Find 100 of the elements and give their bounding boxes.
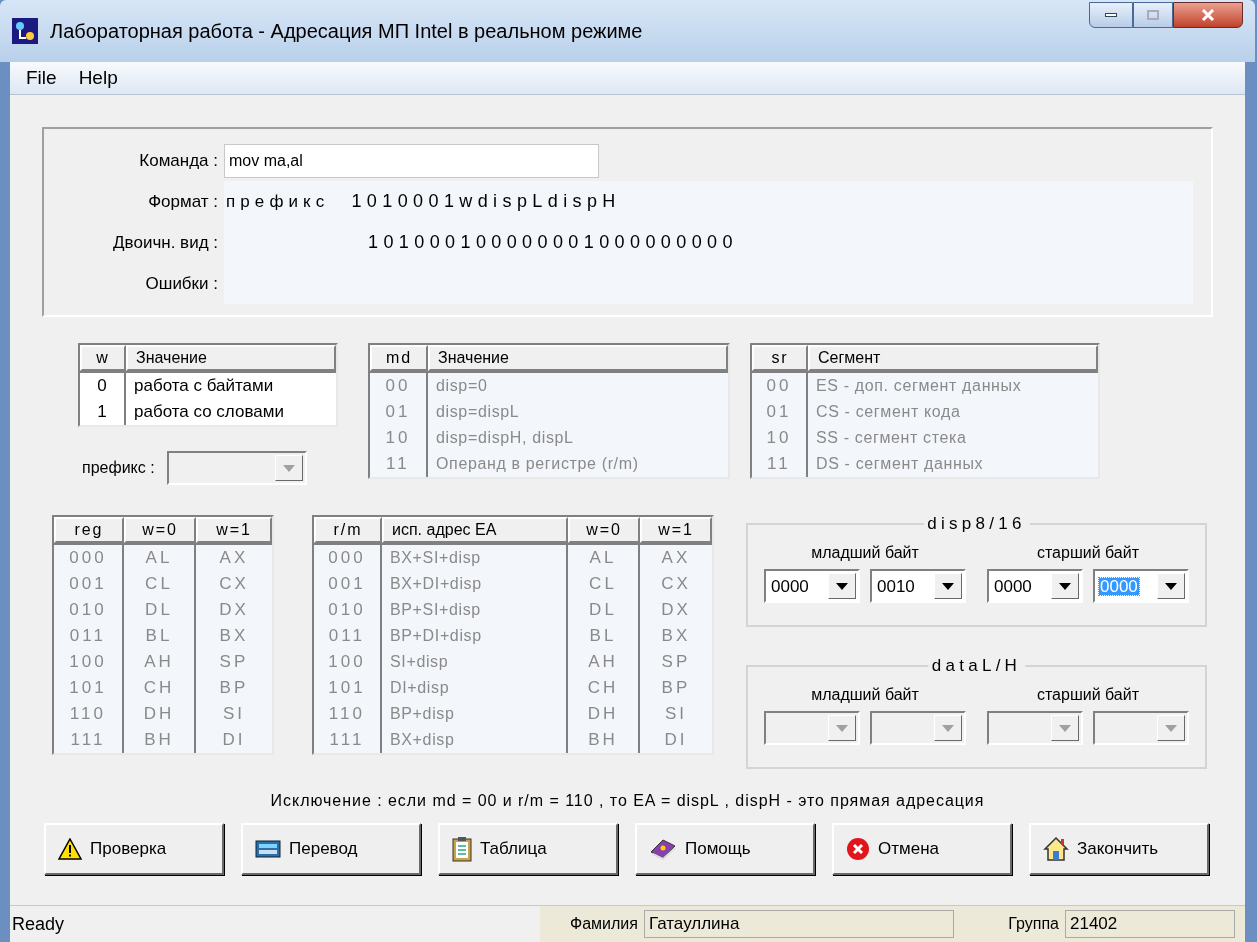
table-cell: 10 <box>370 425 428 451</box>
table-cell: 101 <box>314 675 382 701</box>
table-cell: BL <box>124 623 196 649</box>
table-cell-text: DX <box>218 599 250 622</box>
table-cell: 0 <box>80 373 126 399</box>
maximize-button[interactable] <box>1133 2 1173 28</box>
table-cell: BP+DI+disp <box>382 623 568 649</box>
table-cell: DL <box>124 597 196 623</box>
table-cell: 101 <box>54 675 124 701</box>
table-cell: 11 <box>370 451 428 477</box>
byte-label: младший байт <box>811 685 919 705</box>
surname-label: Фамилия <box>570 914 638 934</box>
table-cell: 100 <box>54 649 124 675</box>
exception-note: Исключение : если md = 00 и r/m = 110 , то EA = dispL , dispH - это прямая адресация <box>269 791 986 811</box>
table-cell-text: BP <box>660 677 692 700</box>
surname-field: Гатауллина <box>643 910 954 938</box>
action-button[interactable]: Таблица <box>438 823 618 875</box>
table-cell: 011 <box>54 623 124 649</box>
field-label: Ошибки : <box>144 272 219 295</box>
format-value: 1010001wdispLdispH <box>351 190 621 213</box>
dropdown[interactable]: 0000 <box>987 569 1083 603</box>
table-cell-text: AX <box>660 547 692 570</box>
table-cell: AH <box>124 649 196 675</box>
table-cell: 011 <box>314 623 382 649</box>
group-label: Группа <box>1008 914 1059 934</box>
byte-label: старший байт <box>1036 543 1140 563</box>
table-cell: 010 <box>314 597 382 623</box>
table-cell-text: DI <box>663 729 689 752</box>
table-cell: 01 <box>370 399 428 425</box>
table-cell: BP+SI+disp <box>382 597 568 623</box>
byte-label: старший байт <box>1036 685 1140 705</box>
table-cell: 00 <box>370 373 428 399</box>
close-button[interactable] <box>1173 2 1243 28</box>
table-cell-text: SP <box>660 651 692 674</box>
column-header: исп. адрес EA <box>382 517 568 543</box>
table-cell: DL <box>568 597 640 623</box>
table-cell: 000 <box>54 545 124 571</box>
column-header: Значение <box>428 345 728 371</box>
book-icon <box>649 838 677 860</box>
action-button[interactable]: Отмена <box>832 823 1012 875</box>
table-cell: DH <box>568 701 640 727</box>
action-button[interactable]: Закончить <box>1029 823 1209 875</box>
menu-item[interactable]: File <box>16 63 67 93</box>
command-field[interactable]: mov ma,al <box>224 144 599 178</box>
column-header: reg <box>54 517 124 543</box>
table-cell: BH <box>124 727 196 753</box>
action-button[interactable]: Проверка <box>44 823 224 875</box>
table-cell-text: disp=dispL <box>435 402 521 422</box>
table-cell-text: SI <box>221 703 247 726</box>
table-cell: AL <box>124 545 196 571</box>
group-field: 21402 <box>1065 910 1235 938</box>
table-cell: BH <box>568 727 640 753</box>
table-cell: AH <box>568 649 640 675</box>
field-label: Команда : <box>138 150 219 173</box>
table-cell: 10 <box>752 425 808 451</box>
table-cell: DI+disp <box>382 675 568 701</box>
table-cell: DH <box>124 701 196 727</box>
table-cell: CH <box>568 675 640 701</box>
table-cell: 1 <box>80 399 126 425</box>
menu-item[interactable]: Help <box>68 63 128 93</box>
table-cell: 010 <box>54 597 124 623</box>
warning-icon <box>58 838 82 860</box>
table-cell-text: CX <box>218 573 250 596</box>
table-cell-text: SP <box>218 651 250 674</box>
dropdown-value: 0000 <box>1099 577 1139 595</box>
table-cell: CH <box>124 675 196 701</box>
dropdown[interactable]: 0000 <box>764 569 860 603</box>
status-text: Ready <box>11 912 66 936</box>
byte-label: младший байт <box>811 543 919 563</box>
table-cell: 001 <box>54 571 124 597</box>
column-header: r/m <box>314 517 382 543</box>
minimize-button[interactable] <box>1089 2 1133 28</box>
table-cell-text: ES - доп. сегмент данных <box>815 376 1023 396</box>
table-cell-text: SS - сегмент стека <box>815 428 968 448</box>
column-header: md <box>370 345 428 371</box>
table-cell-text: AX <box>218 547 250 570</box>
table-cell: CL <box>568 571 640 597</box>
table-cell: SI+disp <box>382 649 568 675</box>
table-cell: 111 <box>54 727 124 753</box>
dropdown[interactable]: 0010 <box>870 569 966 603</box>
column-header: Сегмент <box>808 345 1098 371</box>
table-cell: BL <box>568 623 640 649</box>
action-button[interactable]: Помощь <box>635 823 815 875</box>
table-cell: 01 <box>752 399 808 425</box>
column-header: w=1 <box>640 517 712 543</box>
dropdown-value: 0000 <box>770 577 810 595</box>
table-cell-text: работа с байтами <box>133 375 275 398</box>
table-cell: 110 <box>314 701 382 727</box>
dropdown-value: 0010 <box>876 577 916 595</box>
clipboard-icon <box>452 836 472 862</box>
prefix-label: префикс : <box>82 458 155 478</box>
column-header: w <box>80 345 126 371</box>
table-cell: 00 <box>752 373 808 399</box>
format-prefix: префикс <box>226 190 330 213</box>
column-header: w=1 <box>196 517 272 543</box>
stop-icon <box>846 837 870 861</box>
table-cell: 110 <box>54 701 124 727</box>
table-cell-text: DI <box>221 729 247 752</box>
action-button[interactable]: Перевод <box>241 823 421 875</box>
table-cell: BX+disp <box>382 727 568 753</box>
